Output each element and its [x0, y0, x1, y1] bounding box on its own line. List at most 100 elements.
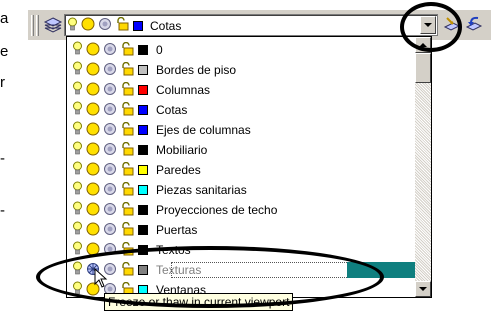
- layer-state-icons: [72, 181, 151, 199]
- layer-color-swatch[interactable]: [138, 185, 148, 195]
- doc-line: -: [0, 202, 5, 219]
- list-scrollbar[interactable]: [415, 37, 431, 297]
- bulb-on-icon[interactable]: [72, 101, 83, 119]
- sun-icon[interactable]: [86, 82, 100, 99]
- sun-icon[interactable]: [86, 122, 100, 139]
- sun-icon[interactable]: [86, 102, 100, 119]
- doc-line: e: [0, 43, 9, 60]
- bulb-on-icon[interactable]: [72, 81, 83, 99]
- sun-icon[interactable]: [86, 42, 100, 59]
- layer-state-icons: [72, 121, 151, 139]
- layer-row[interactable]: Columnas: [67, 80, 419, 100]
- layer-state-icons: [72, 101, 151, 119]
- sun-icon[interactable]: [86, 62, 100, 79]
- layer-color-swatch[interactable]: [133, 20, 143, 31]
- layer-name: Mobiliario: [156, 143, 208, 157]
- bulb-on-icon[interactable]: [72, 181, 83, 199]
- bulb-on-icon[interactable]: [72, 141, 83, 159]
- viewport-sun-icon[interactable]: [103, 162, 117, 179]
- unlock-icon[interactable]: [120, 61, 134, 79]
- viewport-sun-icon[interactable]: [103, 42, 117, 59]
- layer-color-swatch[interactable]: [138, 125, 148, 135]
- viewport-sun-icon[interactable]: [103, 142, 117, 159]
- unlock-icon[interactable]: [120, 201, 134, 219]
- layer-row[interactable]: 0: [67, 40, 419, 60]
- layer-color-swatch[interactable]: [138, 45, 148, 55]
- viewport-sun-icon[interactable]: [103, 222, 117, 239]
- unlock-icon[interactable]: [120, 121, 134, 139]
- unlock-icon[interactable]: [120, 181, 134, 199]
- layer-color-swatch[interactable]: [138, 85, 148, 95]
- layer-manager-button[interactable]: [42, 14, 64, 36]
- doc-line: r: [0, 74, 5, 91]
- layer-name: Paredes: [156, 163, 201, 177]
- toolbar-grip[interactable]: [31, 15, 34, 36]
- sun-icon[interactable]: [81, 17, 95, 34]
- layer-row[interactable]: Bordes de piso: [67, 60, 419, 80]
- sun-icon[interactable]: [86, 182, 100, 199]
- layer-name: Ejes de columnas: [156, 123, 251, 137]
- layer-row[interactable]: Piezas sanitarias: [67, 180, 419, 200]
- layer-state-icons: [72, 201, 151, 219]
- sun-icon[interactable]: [86, 202, 100, 219]
- bulb-on-icon[interactable]: [67, 17, 78, 35]
- layer-state-icons: [72, 61, 151, 79]
- doc-line: -: [0, 150, 5, 167]
- bulb-on-icon[interactable]: [72, 161, 83, 179]
- scroll-down-button[interactable]: [415, 281, 431, 297]
- viewport-sun-icon[interactable]: [103, 202, 117, 219]
- annotation-circle-frozen-layer: [36, 246, 384, 308]
- unlock-icon[interactable]: [120, 101, 134, 119]
- layer-state-icons: [72, 81, 151, 99]
- layer-row[interactable]: Mobiliario: [67, 140, 419, 160]
- scroll-thumb[interactable]: [415, 53, 431, 83]
- viewport-sun-icon[interactable]: [103, 62, 117, 79]
- layer-color-swatch[interactable]: [138, 65, 148, 75]
- viewport-sun-icon[interactable]: [103, 102, 117, 119]
- layer-state-icons: [67, 16, 146, 35]
- unlock-icon[interactable]: [120, 141, 134, 159]
- layer-name: Piezas sanitarias: [156, 183, 247, 197]
- layer-color-swatch[interactable]: [138, 105, 148, 115]
- layer-name: Puertas: [156, 223, 198, 237]
- bulb-on-icon[interactable]: [72, 61, 83, 79]
- bulb-on-icon[interactable]: [72, 121, 83, 139]
- layer-row[interactable]: Cotas: [67, 100, 419, 120]
- bulb-on-icon[interactable]: [72, 41, 83, 59]
- layer-name: 0: [156, 43, 163, 57]
- layer-color-swatch[interactable]: [138, 165, 148, 175]
- unlock-icon[interactable]: [115, 16, 129, 34]
- unlock-icon[interactable]: [120, 81, 134, 99]
- toolbar-grip[interactable]: [36, 15, 39, 36]
- viewport-sun-icon[interactable]: [103, 122, 117, 139]
- layer-row[interactable]: Paredes: [67, 160, 419, 180]
- layer-state-icons: [72, 141, 151, 159]
- bulb-on-icon[interactable]: [72, 221, 83, 239]
- layer-color-swatch[interactable]: [138, 205, 148, 215]
- layer-row[interactable]: Proyecciones de techo: [67, 200, 419, 220]
- layer-color-swatch[interactable]: [138, 145, 148, 155]
- layer-color-swatch[interactable]: [138, 225, 148, 235]
- unlock-icon[interactable]: [120, 221, 134, 239]
- viewport-sun-icon[interactable]: [98, 17, 112, 34]
- viewport-sun-icon[interactable]: [103, 82, 117, 99]
- layer-previous-icon: [465, 16, 483, 31]
- layer-row[interactable]: Ejes de columnas: [67, 120, 419, 140]
- layer-name: Proyecciones de techo: [156, 203, 278, 217]
- layer-combo[interactable]: Cotas: [64, 14, 438, 36]
- layer-state-icons: [72, 41, 151, 59]
- unlock-icon[interactable]: [120, 161, 134, 179]
- layer-name: Cotas: [156, 103, 188, 117]
- current-layer-name: Cotas: [150, 18, 182, 33]
- bulb-on-icon[interactable]: [72, 201, 83, 219]
- layer-row[interactable]: Puertas: [67, 220, 419, 240]
- sun-icon[interactable]: [86, 162, 100, 179]
- sun-icon[interactable]: [86, 222, 100, 239]
- layer-state-icons: [72, 161, 151, 179]
- layer-previous-button[interactable]: [462, 14, 484, 36]
- unlock-icon[interactable]: [120, 41, 134, 59]
- sun-icon[interactable]: [86, 142, 100, 159]
- annotation-circle-dropdown: [400, 2, 462, 52]
- viewport-sun-icon[interactable]: [103, 182, 117, 199]
- layer-name: Columnas: [156, 83, 211, 97]
